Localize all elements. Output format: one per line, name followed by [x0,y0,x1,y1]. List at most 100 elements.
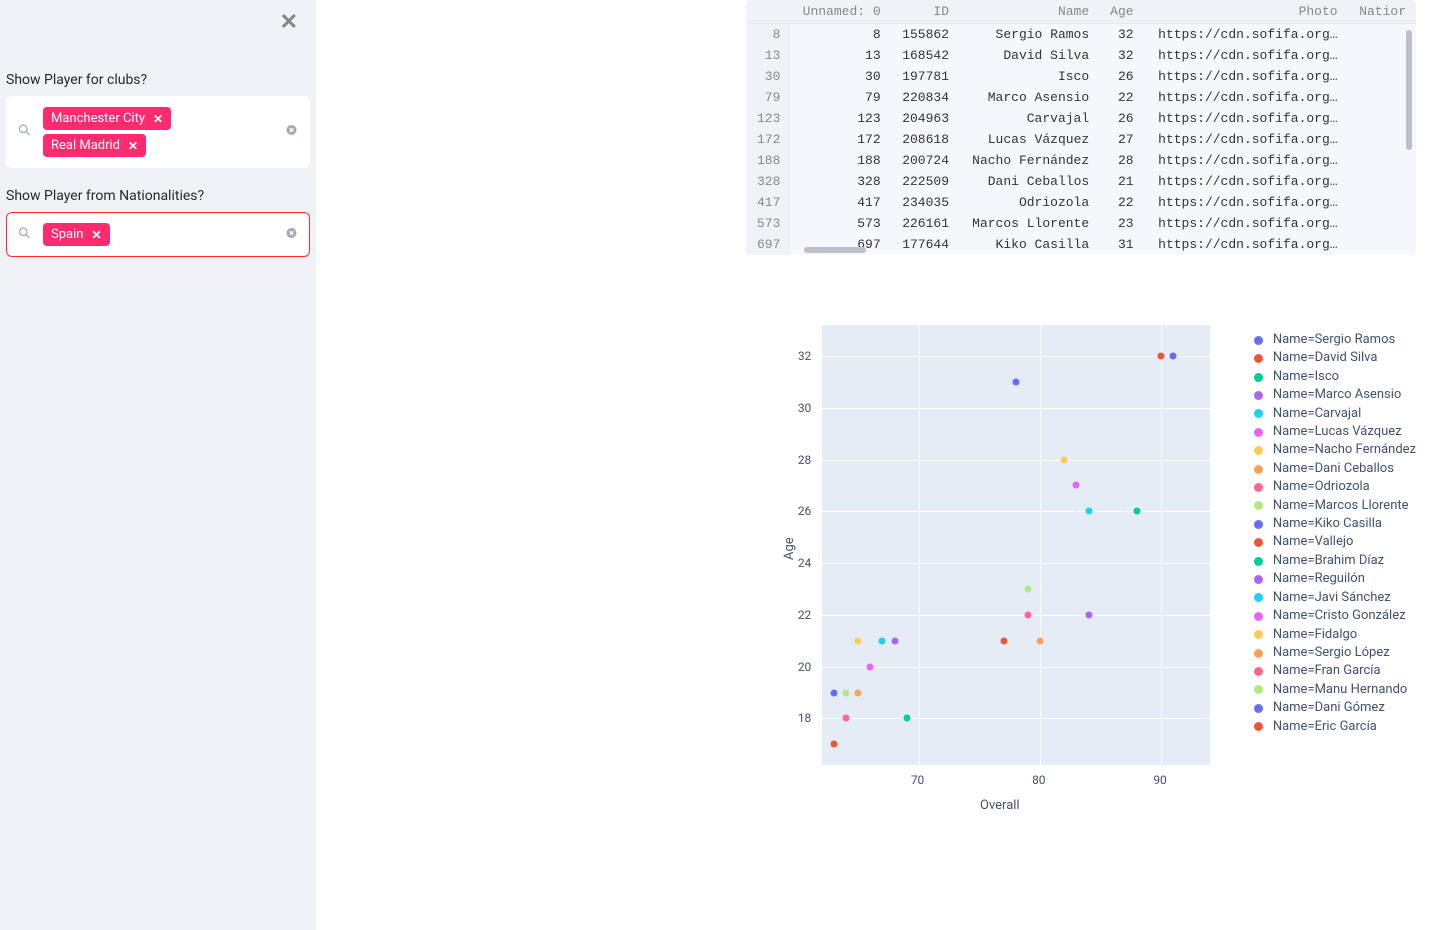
legend-item[interactable]: Name=Carvajal [1254,405,1416,423]
scatter-point[interactable] [855,689,862,696]
legend-item[interactable]: Name=Javi Sánchez [1254,589,1416,607]
scatter-point[interactable] [1134,508,1141,515]
scatter-chart[interactable]: Age Overall 7080901820222426283032 [770,315,1230,815]
legend-item[interactable]: Name=Sergio López [1254,644,1416,662]
legend-dot-icon [1254,336,1263,345]
row-index: 8 [746,24,790,46]
legend-item[interactable]: Name=David Silva [1254,349,1416,367]
scatter-point[interactable] [1000,637,1007,644]
legend-item[interactable]: Name=Reguilón [1254,570,1416,588]
legend-label: Name=Vallejo [1273,533,1354,551]
scatter-point[interactable] [830,689,837,696]
legend-item[interactable]: Name=Brahim Díaz [1254,552,1416,570]
legend-dot-icon [1254,722,1263,731]
legend-dot-icon [1254,538,1263,547]
legend-item[interactable]: Name=Nacho Fernández [1254,441,1416,459]
legend-item[interactable]: Name=Lucas Vázquez [1254,423,1416,441]
scatter-point[interactable] [1158,353,1165,360]
legend-item[interactable]: Name=Fidalgo [1254,626,1416,644]
clubs-multiselect[interactable]: Manchester City✕ Real Madrid✕ [6,96,310,168]
scatter-point[interactable] [843,689,850,696]
row-index: 697 [746,234,790,255]
y-tick: 20 [798,660,812,674]
data-table[interactable]: Unnamed: 0IDNameAgePhotoNatior 88155862S… [746,0,1416,255]
column-header[interactable]: ID [891,0,959,24]
scatter-point[interactable] [1170,353,1177,360]
legend-label: Name=Kiko Casilla [1273,515,1382,533]
table-row[interactable]: 328328222509Dani Ceballos21https://cdn.s… [746,171,1416,192]
x-axis-label: Overall [770,798,1230,813]
legend-item[interactable]: Name=Dani Gómez [1254,699,1416,717]
remove-tag-icon[interactable]: ✕ [153,112,163,126]
tag[interactable]: Manchester City✕ [43,107,171,130]
scatter-point[interactable] [1024,611,1031,618]
table-row[interactable]: 172172208618Lucas Vázquez27https://cdn.s… [746,129,1416,150]
legend-item[interactable]: Name=Odriozola [1254,478,1416,496]
column-header[interactable]: Photo [1144,0,1348,24]
legend-item[interactable]: Name=Dani Ceballos [1254,460,1416,478]
column-header[interactable]: Unnamed: 0 [790,0,890,24]
chart-legend[interactable]: Name=Sergio RamosName=David SilvaName=Is… [1230,315,1416,815]
remove-tag-icon[interactable]: ✕ [128,139,138,153]
scatter-point[interactable] [843,715,850,722]
clear-icon[interactable] [284,225,299,244]
legend-item[interactable]: Name=Manu Hernando [1254,681,1416,699]
scatter-point[interactable] [1085,611,1092,618]
column-header[interactable]: Natior [1348,0,1416,24]
scatter-point[interactable] [1012,378,1019,385]
scatter-point[interactable] [1024,586,1031,593]
remove-tag-icon[interactable]: ✕ [91,228,101,242]
legend-item[interactable]: Name=Isco [1254,368,1416,386]
sidebar: ✕ Show Player for clubs? Manchester City… [0,0,316,930]
tag[interactable]: Real Madrid✕ [43,134,146,157]
table-row[interactable]: 3030197781Isco26https://cdn.sofifa.org… [746,66,1416,87]
column-header[interactable]: Name [959,0,1099,24]
legend-label: Name=Fidalgo [1273,626,1357,644]
legend-item[interactable]: Name=Kiko Casilla [1254,515,1416,533]
close-icon[interactable]: ✕ [280,10,298,35]
x-tick: 90 [1153,773,1167,787]
scatter-point[interactable] [879,637,886,644]
legend-item[interactable]: Name=Cristo González [1254,607,1416,625]
legend-item[interactable]: Name=Fran García [1254,662,1416,680]
legend-dot-icon [1254,520,1263,529]
legend-label: Name=Sergio López [1273,644,1390,662]
legend-dot-icon [1254,612,1263,621]
table-row[interactable]: 88155862Sergio Ramos32https://cdn.sofifa… [746,24,1416,46]
scatter-point[interactable] [891,637,898,644]
legend-dot-icon [1254,409,1263,418]
scatter-point[interactable] [1061,456,1068,463]
legend-item[interactable]: Name=Vallejo [1254,533,1416,551]
row-index: 79 [746,87,790,108]
legend-dot-icon [1254,465,1263,474]
y-tick: 22 [798,608,812,622]
table-row[interactable]: 1313168542David Silva32https://cdn.sofif… [746,45,1416,66]
y-tick: 28 [798,453,812,467]
vertical-scrollbar[interactable] [1406,30,1412,150]
column-header[interactable]: Age [1099,0,1143,24]
legend-item[interactable]: Name=Sergio Ramos [1254,331,1416,349]
table-row[interactable]: 417417234035Odriozola22https://cdn.sofif… [746,192,1416,213]
legend-label: Name=Brahim Díaz [1273,552,1384,570]
table-row[interactable]: 188188200724Nacho Fernández28https://cdn… [746,150,1416,171]
nationalities-multiselect[interactable]: Spain✕ [6,212,310,257]
label-nationalities: Show Player from Nationalities? [6,188,310,204]
scatter-point[interactable] [830,741,837,748]
legend-item[interactable]: Name=Marcos Llorente [1254,497,1416,515]
table-row[interactable]: 7979220834Marco Asensio22https://cdn.sof… [746,87,1416,108]
table-row[interactable]: 123123204963Carvajal26https://cdn.sofifa… [746,108,1416,129]
scatter-point[interactable] [1085,508,1092,515]
tag[interactable]: Spain✕ [43,223,110,246]
table-row[interactable]: 573573226161Marcos Llorente23https://cdn… [746,213,1416,234]
scatter-point[interactable] [903,715,910,722]
scatter-point[interactable] [1073,482,1080,489]
x-tick: 80 [1032,773,1046,787]
scatter-point[interactable] [1037,637,1044,644]
legend-item[interactable]: Name=Eric García [1254,718,1416,736]
row-index: 417 [746,192,790,213]
horizontal-scrollbar[interactable] [804,247,866,253]
clear-icon[interactable] [284,123,299,142]
legend-item[interactable]: Name=Marco Asensio [1254,386,1416,404]
scatter-point[interactable] [855,637,862,644]
scatter-point[interactable] [867,663,874,670]
